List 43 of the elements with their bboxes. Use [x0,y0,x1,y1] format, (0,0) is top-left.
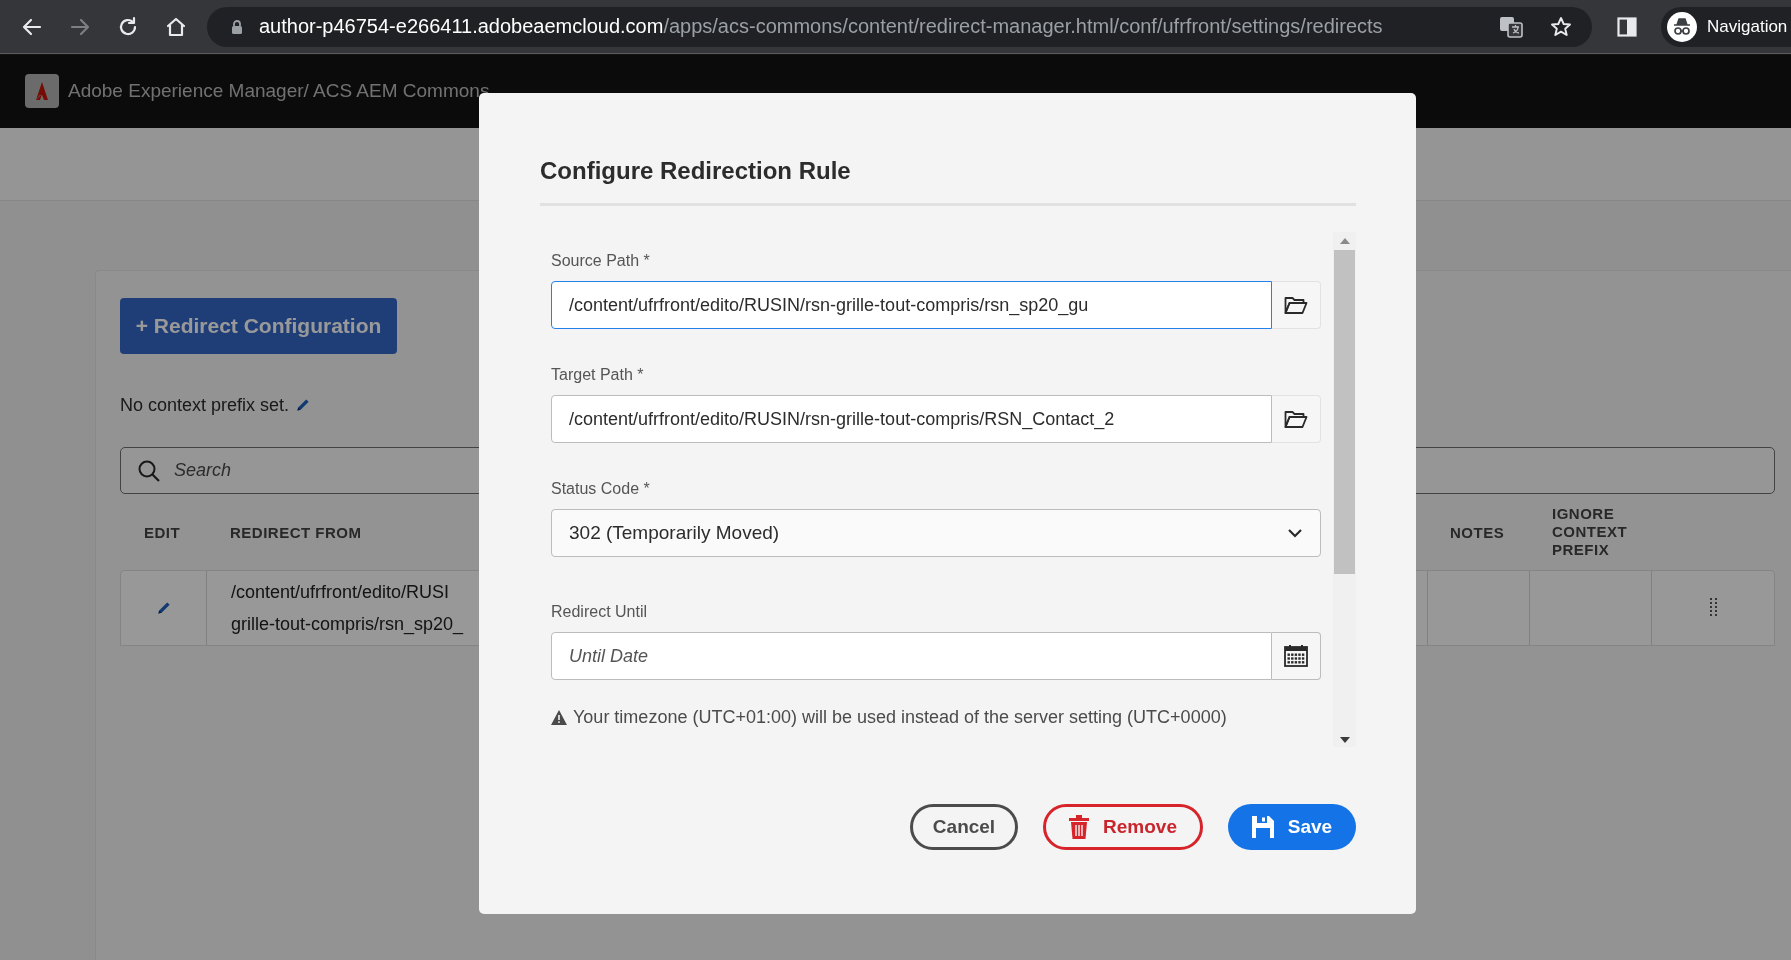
trash-icon [1069,815,1090,839]
path-field[interactable]: /content/ufrfront/edito/RUSIN/rsn-grille-tout-compris/RSN_Contact_2 [551,395,1272,443]
scroll-down-icon[interactable] [1339,737,1350,743]
sidebar-icon[interactable] [1617,16,1637,37]
dialog-title: Configure Redirection Rule [540,157,1356,206]
status-code-dropdown[interactable]: 302 (Temporarily Moved) [551,509,1321,557]
table-cell-text: /content/ufrfront/edito/RUSI grille-tout-compris/rsn_sp20_ [231,581,464,637]
folder-icon [1284,295,1308,315]
field-label: Status Code * [551,480,651,499]
date-field[interactable]: Until Date [551,632,1272,680]
remove-button[interactable]: Remove [1043,804,1203,850]
folder-icon [1284,409,1308,429]
path-field[interactable]: /content/ufrfront/edito/RUSIN/rsn-grille-tout-compris/rsn_sp20_gu [551,281,1272,329]
lock-icon [231,19,243,34]
cancel-button[interactable]: Cancel [910,804,1018,850]
drag-handle-icon[interactable] [1709,598,1718,618]
scrollbar[interactable] [1333,232,1356,747]
calendar-button[interactable] [1272,632,1321,680]
translate-icon[interactable] [1499,15,1523,38]
home-icon[interactable] [165,15,187,38]
column-header[interactable]: NOTES [1426,523,1528,541]
add-configuration-button[interactable]: + Redirect Configuration [120,298,397,354]
breadcrumb[interactable]: Adobe Experience Manager/ ACS AEM Commons [68,80,490,102]
field-label: Source Path * [551,252,651,271]
incognito-icon [1667,11,1697,42]
chevron-down-icon [1287,528,1303,538]
browse-button[interactable] [1272,395,1321,443]
save-button[interactable]: Save [1228,804,1356,850]
profile-button[interactable]: Navigation [1661,6,1791,47]
search-icon [137,459,161,483]
calendar-icon [1284,644,1308,668]
context-prefix-text: No context prefix set. [120,394,290,416]
star-icon[interactable] [1550,15,1572,38]
warning-icon [551,710,567,725]
reload-icon[interactable] [117,15,139,38]
field-label: Redirect Until [551,603,649,622]
scroll-up-icon[interactable] [1339,238,1350,244]
field-label: Target Path * [551,366,645,385]
column-header[interactable]: EDIT [120,523,205,541]
column-header[interactable]: IGNORE CONTEXT PREFIX [1528,505,1632,559]
warning-text: Your timezone (UTC+01:00) will be used instead of the server setting (UTC+0000) [573,707,1227,728]
scrollbar-thumb[interactable] [1334,250,1355,574]
browse-button[interactable] [1272,281,1321,329]
